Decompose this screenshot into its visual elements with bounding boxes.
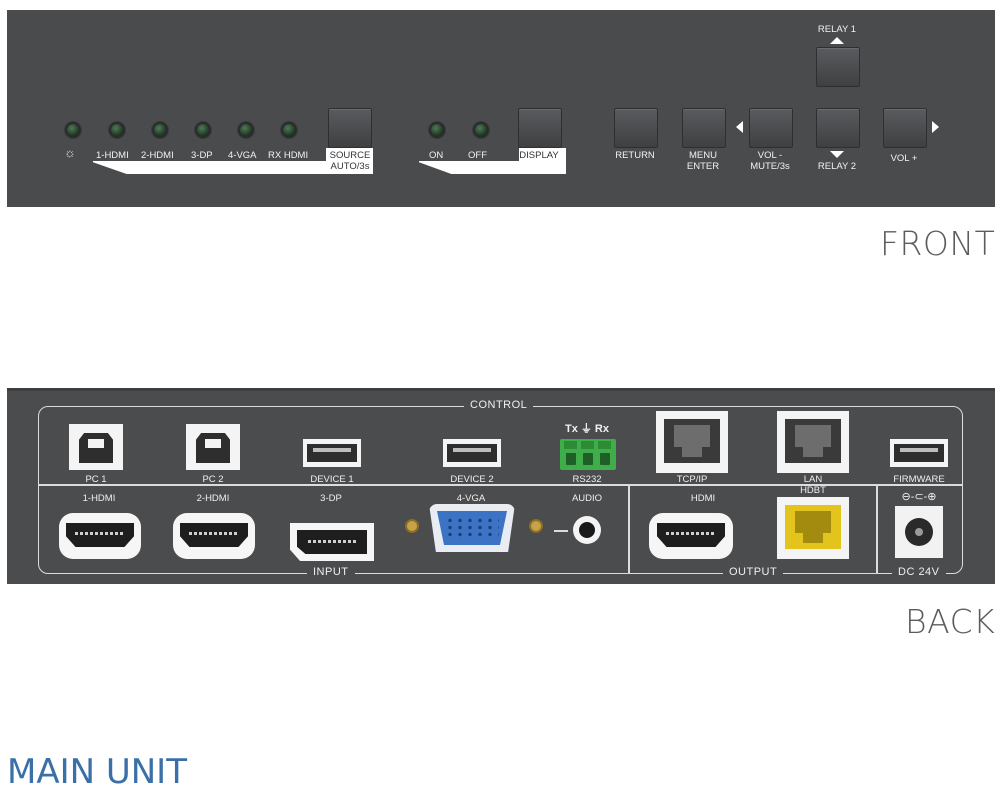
led-label-rx-hdmi: RX HDMI (268, 150, 309, 161)
menu-button-label-2: ENTER (686, 161, 720, 172)
port-label-tcpip: TCP/IP (676, 474, 708, 485)
audio-minus-mark (554, 530, 568, 532)
output-label-hdmi: HDMI (690, 493, 716, 504)
sun-icon: ☼ (64, 145, 76, 160)
relay1-button[interactable] (816, 47, 860, 87)
hdmi-input-port-1[interactable] (59, 513, 141, 559)
display-off-label: OFF (468, 150, 487, 161)
usb-b-port-pc2[interactable] (186, 424, 240, 470)
menu-button-label-1: MENU (689, 150, 717, 161)
display-button-label: DISPLAY (519, 150, 559, 161)
input-label-3-dp: 3-DP (320, 493, 342, 504)
input-label-4-vga: 4-VGA (456, 493, 486, 504)
led-label-4-vga: 4-VGA (228, 150, 257, 161)
usb-a-port-device1[interactable] (303, 439, 361, 467)
port-label-pc2: PC 2 (202, 474, 224, 485)
front-panel: ☼ 1-HDMI 2-HDMI 3-DP 4-VGA RX HDMI SOURC… (7, 10, 995, 207)
menu-enter-button[interactable] (682, 108, 726, 148)
led-rx-hdmi (281, 122, 297, 138)
dc-power-jack[interactable] (895, 506, 943, 558)
display-off-led (473, 122, 489, 138)
right-arrow-icon (932, 121, 939, 133)
led-label-1-hdmi: 1-HDMI (96, 150, 129, 161)
down-arrow-icon (830, 151, 844, 158)
vol-minus-label-1: VOL - (757, 150, 783, 161)
source-button-label-2: AUTO/3s (330, 161, 370, 172)
display-button[interactable] (518, 108, 562, 148)
output-divider (628, 484, 630, 574)
led-label-2-hdmi: 2-HDMI (141, 150, 174, 161)
return-button[interactable] (614, 108, 658, 148)
port-label-lan: LAN (803, 474, 823, 485)
port-label-rs232: RS232 (572, 474, 602, 485)
front-caption: FRONT (880, 224, 996, 263)
output-section-label: OUTPUT (723, 566, 784, 578)
back-panel: CONTROL INPUT OUTPUT DC 24V PC 1 PC 2 DE… (7, 388, 995, 584)
dc-section-label: DC 24V (892, 566, 946, 578)
led-3-dp (195, 122, 211, 138)
hdmi-input-port-2[interactable] (173, 513, 255, 559)
hdmi-output-port[interactable] (649, 513, 733, 559)
source-button[interactable] (328, 108, 372, 148)
vol-plus-label: VOL + (890, 153, 918, 164)
main-unit-title: MAIN UNIT (7, 752, 187, 792)
output-label-hdbt: HDBT (800, 485, 826, 496)
input-label-audio: AUDIO (571, 493, 603, 504)
input-label-2-hdmi: 2-HDMI (196, 493, 230, 504)
control-section-label: CONTROL (464, 399, 534, 411)
dc-polarity-symbol: ⊖-⊂-⊕ (901, 491, 937, 503)
led-4-vga (238, 122, 254, 138)
usb-a-port-firmware[interactable] (890, 439, 948, 467)
audio-input-jack[interactable] (573, 516, 601, 544)
rj45-port-tcpip[interactable] (656, 411, 728, 473)
relay1-label: RELAY 1 (817, 24, 857, 35)
displayport-input-port[interactable] (290, 523, 374, 561)
vga-screw-right (529, 519, 543, 533)
left-arrow-icon (736, 121, 743, 133)
vga-screw-left (405, 519, 419, 533)
input-label-1-hdmi: 1-HDMI (82, 493, 116, 504)
vga-input-port[interactable] (429, 504, 515, 552)
display-on-led (429, 122, 445, 138)
rs232-pin-label: Tx ⏚ Rx (564, 423, 609, 435)
port-label-device1: DEVICE 1 (310, 474, 354, 485)
relay2-button[interactable] (816, 108, 860, 148)
power-led (65, 122, 81, 138)
relay2-label: RELAY 2 (817, 161, 857, 172)
display-on-label: ON (429, 150, 444, 161)
return-button-label: RETURN (615, 150, 655, 161)
led-1-hdmi (109, 122, 125, 138)
usb-a-port-device2[interactable] (443, 439, 501, 467)
vol-plus-button[interactable] (883, 108, 927, 148)
hdbt-output-port[interactable] (777, 497, 849, 559)
port-label-firmware: FIRMWARE (893, 474, 945, 485)
back-caption: BACK (905, 602, 996, 641)
input-section-label: INPUT (307, 566, 355, 578)
port-label-pc1: PC 1 (85, 474, 107, 485)
led-label-3-dp: 3-DP (191, 150, 213, 161)
dc-divider (876, 484, 878, 574)
rs232-terminal[interactable] (560, 439, 616, 470)
usb-b-port-pc1[interactable] (69, 424, 123, 470)
source-button-label-1: SOURCE (329, 150, 371, 161)
led-2-hdmi (152, 122, 168, 138)
rj45-port-lan[interactable] (777, 411, 849, 473)
vol-minus-button[interactable] (749, 108, 793, 148)
up-arrow-icon (830, 37, 844, 44)
port-label-device2: DEVICE 2 (450, 474, 494, 485)
vol-minus-label-2: MUTE/3s (750, 161, 790, 172)
